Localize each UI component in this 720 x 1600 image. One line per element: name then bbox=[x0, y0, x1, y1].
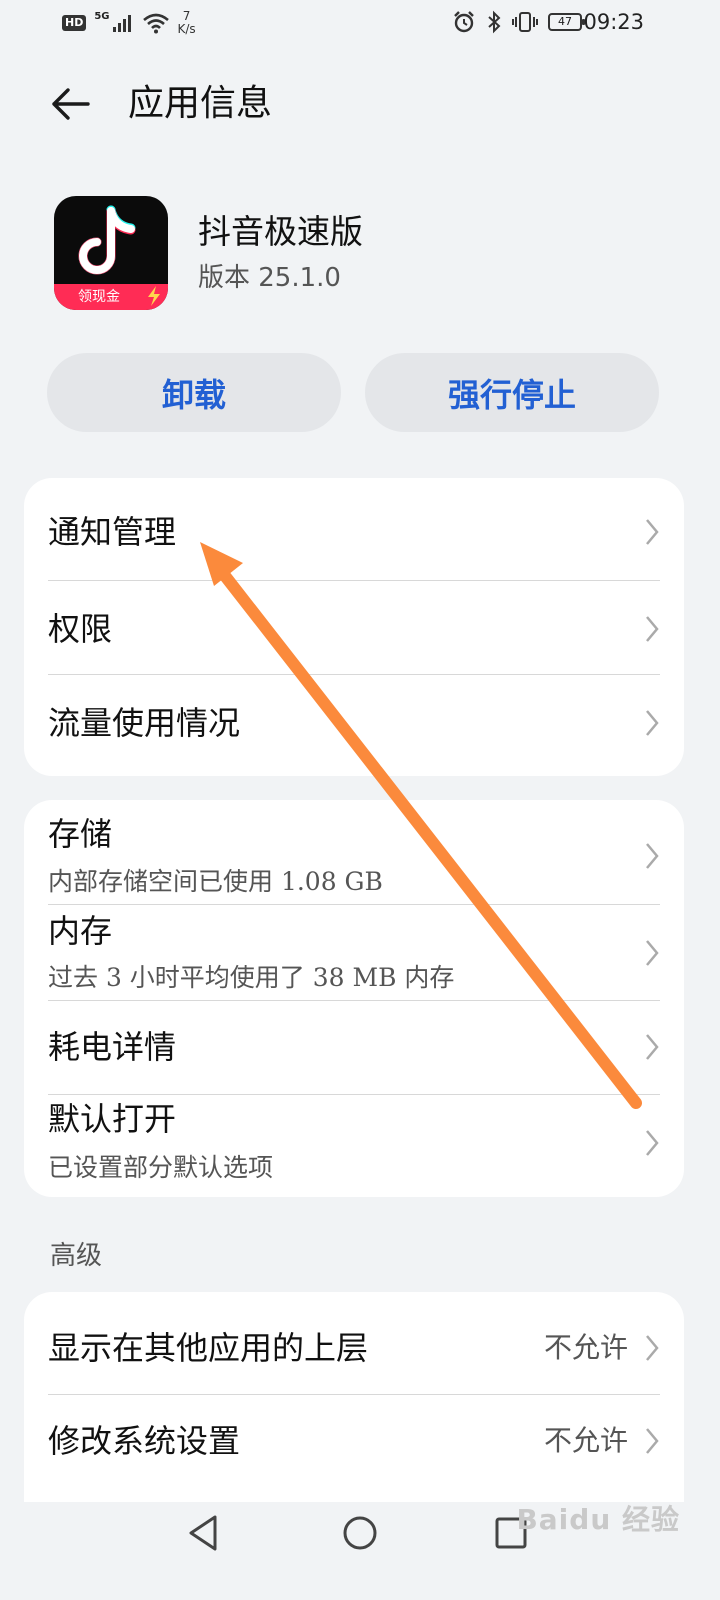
wifi-icon bbox=[142, 13, 169, 34]
chevron-right-icon bbox=[646, 940, 659, 966]
back-button[interactable] bbox=[44, 80, 96, 128]
item-value: 不允许 bbox=[543, 1331, 628, 1364]
chevron-right-icon bbox=[646, 1428, 659, 1454]
item-subtitle: 内部存储空间已使用 1.08 GB bbox=[48, 867, 383, 896]
chevron-right-icon bbox=[646, 1034, 659, 1060]
modify-system-settings-item[interactable]: 修改系统设置 不允许 bbox=[48, 1395, 660, 1493]
app-name: 抖音极速版 bbox=[198, 212, 363, 251]
app-version: 版本 25.1.0 bbox=[198, 263, 341, 293]
circle-home-icon bbox=[343, 1516, 377, 1550]
chevron-right-icon bbox=[646, 710, 659, 736]
item-subtitle: 已设置部分默认选项 bbox=[48, 1153, 274, 1182]
chevron-right-icon bbox=[646, 616, 659, 642]
item-title: 流量使用情况 bbox=[48, 704, 241, 742]
force-stop-button[interactable]: 强行停止 bbox=[365, 353, 659, 432]
item-value: 不允许 bbox=[543, 1424, 628, 1457]
signal-icon bbox=[112, 15, 131, 32]
storage-item[interactable]: 存储 内部存储空间已使用 1.08 GB bbox=[48, 800, 660, 904]
display-over-other-apps-item[interactable]: 显示在其他应用的上层 不允许 bbox=[48, 1292, 660, 1394]
page-title: 应用信息 bbox=[128, 83, 273, 124]
clock: 09:23 bbox=[583, 10, 644, 34]
item-title: 存储 bbox=[48, 815, 113, 853]
memory-item[interactable]: 内存 过去 3 小时平均使用了 38 MB 内存 bbox=[48, 905, 660, 1000]
chevron-right-icon bbox=[646, 519, 659, 545]
permissions-item[interactable]: 权限 bbox=[48, 581, 660, 675]
chevron-right-icon bbox=[646, 1335, 659, 1361]
item-title: 通知管理 bbox=[48, 513, 177, 551]
status-bar: HD 5G 7 K/s 47 09:23 bbox=[0, 0, 720, 48]
advanced-section-label: 高级 bbox=[50, 1241, 103, 1271]
item-title: 默认打开 bbox=[48, 1100, 177, 1138]
lightning-icon bbox=[148, 286, 160, 306]
network-type: 5G bbox=[94, 10, 110, 22]
battery-usage-item[interactable]: 耗电详情 bbox=[48, 1001, 660, 1094]
notification-management-item[interactable]: 通知管理 bbox=[48, 478, 660, 580]
bluetooth-icon bbox=[488, 10, 501, 34]
item-title: 耗电详情 bbox=[48, 1028, 177, 1066]
advanced-settings-group: 显示在其他应用的上层 不允许 修改系统设置 不允许 bbox=[24, 1292, 684, 1502]
uninstall-button[interactable]: 卸载 bbox=[47, 353, 341, 432]
status-right: 47 bbox=[452, 10, 585, 34]
baidu-watermark: Baidu 经验 bbox=[516, 1503, 680, 1536]
network-speed-unit: K/s bbox=[177, 22, 196, 36]
data-usage-item[interactable]: 流量使用情况 bbox=[48, 675, 660, 775]
back-arrow-icon bbox=[52, 88, 90, 120]
item-subtitle: 过去 3 小时平均使用了 38 MB 内存 bbox=[48, 963, 455, 992]
item-title: 修改系统设置 bbox=[48, 1422, 241, 1460]
settings-group-2: 存储 内部存储空间已使用 1.08 GB 内存 过去 3 小时平均使用了 38 … bbox=[24, 800, 684, 1197]
status-left: HD 5G 7 K/s bbox=[62, 10, 196, 36]
item-title: 内存 bbox=[48, 912, 113, 950]
settings-group-1: 通知管理 权限 流量使用情况 bbox=[24, 478, 684, 776]
nav-back-button[interactable] bbox=[178, 1508, 228, 1558]
network-speed: 7 K/s bbox=[178, 10, 196, 36]
tiktok-logo-icon bbox=[78, 205, 136, 275]
chevron-right-icon bbox=[646, 1130, 659, 1156]
open-by-default-item[interactable]: 默认打开 已设置部分默认选项 bbox=[48, 1095, 660, 1197]
item-title: 显示在其他应用的上层 bbox=[48, 1329, 369, 1367]
nav-home-button[interactable] bbox=[335, 1508, 385, 1558]
chevron-right-icon bbox=[646, 843, 659, 869]
app-icon: 领现金 bbox=[54, 196, 168, 310]
triangle-back-icon bbox=[189, 1515, 217, 1551]
battery-icon: 47 bbox=[548, 13, 585, 31]
vibrate-icon bbox=[512, 12, 538, 32]
hd-badge: HD bbox=[62, 15, 87, 31]
alarm-icon bbox=[454, 11, 474, 33]
item-title: 权限 bbox=[48, 610, 113, 648]
